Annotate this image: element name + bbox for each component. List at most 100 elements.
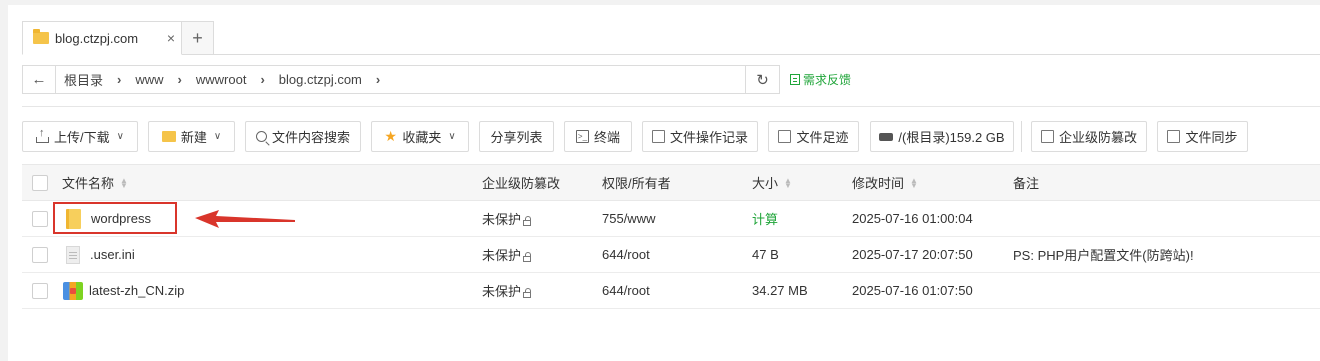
chevron-right-icon: ›: [117, 72, 122, 87]
feedback-link[interactable]: 需求反馈: [790, 71, 851, 88]
terminal-label: 终端: [593, 130, 620, 145]
chevron-right-icon: ›: [177, 72, 182, 87]
perm-cell[interactable]: 644/root: [602, 237, 650, 272]
feedback-label: 需求反馈: [803, 73, 852, 87]
breadcrumb: 根目录 › www › wwwroot › blog.ctzpj.com ›: [56, 70, 386, 89]
file-name-cell[interactable]: latest-zh_CN.zip: [63, 273, 184, 308]
table-row[interactable]: latest-zh_CN.zip 未保护 644/root 34.27 MB 2…: [22, 273, 1320, 309]
column-mtime-label: 修改时间: [852, 176, 905, 191]
tab-bar: blog.ctzpj.com × +: [22, 21, 1320, 55]
tamper-status: 未保护: [482, 284, 522, 299]
row-checkbox[interactable]: [32, 247, 48, 263]
operation-log-button[interactable]: 文件操作记录: [642, 121, 758, 152]
tab-blog-ctzpj[interactable]: blog.ctzpj.com ×: [22, 21, 182, 55]
search-label: 文件内容搜索: [271, 130, 350, 145]
tamper-proof-button[interactable]: 企业级防篡改: [1031, 121, 1147, 152]
upload-download-button[interactable]: 上传/下载 ∨: [22, 121, 138, 152]
perm-value[interactable]: 644/root: [602, 283, 650, 298]
chevron-down-icon: ∨: [213, 131, 222, 142]
star-icon: ★: [384, 128, 397, 144]
size-cell[interactable]: 计算: [752, 201, 778, 236]
column-tamper-label: 企业级防篡改: [482, 176, 561, 191]
chevron-down-icon: ∨: [116, 131, 124, 142]
column-tamper: 企业级防篡改: [482, 165, 560, 200]
tamper-status: 未保护: [482, 248, 522, 263]
file-name[interactable]: wordpress: [91, 211, 151, 226]
select-all-checkbox[interactable]: [32, 175, 48, 191]
breadcrumb-item-wwwroot[interactable]: wwwroot: [188, 72, 255, 87]
content-search-button[interactable]: 文件内容搜索: [245, 121, 361, 152]
size-value: 47 B: [752, 247, 779, 262]
tamper-cell[interactable]: 未保护: [482, 273, 532, 308]
share-list-label: 分享列表: [490, 130, 543, 145]
row-checkbox[interactable]: [32, 211, 48, 227]
chevron-down-icon: ∨: [448, 131, 456, 142]
feedback-icon: [790, 74, 800, 85]
terminal-icon: >_: [575, 130, 589, 143]
new-folder-icon: [161, 131, 176, 142]
breadcrumb-item-site[interactable]: blog.ctzpj.com: [271, 72, 370, 87]
back-arrow-icon[interactable]: ←: [23, 66, 56, 93]
column-mtime[interactable]: 修改时间 ▲ ▼: [852, 165, 918, 200]
sync-icon: [1167, 130, 1181, 143]
breadcrumb-item-root[interactable]: 根目录: [56, 70, 111, 89]
upload-label: 上传/下载: [54, 130, 110, 145]
close-icon[interactable]: ×: [167, 30, 175, 46]
mtime-value: 2025-07-16 01:07:50: [852, 283, 973, 298]
disk-icon: [879, 132, 894, 141]
footprint-label: 文件足迹: [796, 130, 849, 145]
perm-value[interactable]: 755/www: [602, 211, 655, 226]
terminal-button[interactable]: >_ 终端: [564, 121, 632, 152]
note-cell[interactable]: PS: PHP用户配置文件(防跨站)!: [1013, 237, 1194, 272]
new-label: 新建: [180, 130, 207, 145]
zip-archive-icon: [63, 281, 83, 300]
op-log-label: 文件操作记录: [669, 130, 748, 145]
add-tab-button[interactable]: +: [182, 21, 214, 55]
tamper-cell[interactable]: 未保护: [482, 237, 532, 272]
mtime-value: 2025-07-16 01:00:04: [852, 211, 973, 226]
sort-icon: ▲ ▼: [120, 175, 128, 190]
column-name[interactable]: 文件名称 ▲ ▼: [62, 165, 128, 200]
row-checkbox[interactable]: [32, 283, 48, 299]
disk-label: /(根目录)159.2 GB: [898, 130, 1005, 145]
perm-value[interactable]: 644/root: [602, 247, 650, 262]
size-cell: 34.27 MB: [752, 273, 808, 308]
sync-label: 文件同步: [1185, 130, 1238, 145]
search-icon: [255, 131, 267, 142]
chevron-right-icon: ›: [260, 72, 265, 87]
toolbar: 上传/下载 ∨ 新建 ∨ 文件内容搜索 ★ 收藏夹 ∨ 分享列表 >_ 终端 文…: [22, 121, 1320, 153]
file-sync-button[interactable]: 文件同步: [1157, 121, 1248, 152]
file-name-cell[interactable]: .user.ini: [66, 237, 135, 272]
breadcrumb-item-www[interactable]: www: [127, 72, 171, 87]
file-name-cell[interactable]: wordpress: [66, 201, 151, 236]
upload-icon: [36, 127, 50, 143]
note-value: PS: PHP用户配置文件(防跨站)!: [1013, 248, 1194, 263]
lock-icon[interactable]: [523, 215, 532, 226]
perm-cell[interactable]: 644/root: [602, 273, 650, 308]
address-bar[interactable]: ← 根目录 › www › wwwroot › blog.ctzpj.com ›…: [22, 65, 780, 94]
table-header: 文件名称 ▲ ▼ 企业级防篡改 权限/所有者 大小 ▲ ▼ 修改时间 ▲ ▼ 备注: [22, 164, 1320, 201]
table-row[interactable]: .user.ini 未保护 644/root 47 B 2025-07-17 2…: [22, 237, 1320, 273]
toolbar-divider: [1021, 121, 1022, 152]
perm-cell[interactable]: 755/www: [602, 201, 655, 236]
new-button[interactable]: 新建 ∨: [148, 121, 235, 152]
calculate-size-link[interactable]: 计算: [752, 209, 778, 228]
folder-icon: [33, 29, 49, 44]
calendar-icon: [778, 130, 792, 143]
tamper-status: 未保护: [482, 212, 522, 227]
file-name[interactable]: latest-zh_CN.zip: [89, 283, 184, 298]
shield-icon: [1040, 130, 1054, 143]
tab-label: blog.ctzpj.com: [55, 30, 139, 46]
footprint-button[interactable]: 文件足迹: [768, 121, 859, 152]
favorites-button[interactable]: ★ 收藏夹 ∨: [371, 121, 469, 152]
column-size[interactable]: 大小 ▲ ▼: [752, 165, 792, 200]
lock-icon[interactable]: [523, 287, 532, 298]
share-list-button[interactable]: 分享列表: [479, 121, 554, 152]
log-icon: [651, 130, 665, 143]
tamper-cell[interactable]: 未保护: [482, 201, 532, 236]
disk-button[interactable]: /(根目录)159.2 GB: [870, 121, 1014, 152]
column-perm-label: 权限/所有者: [602, 176, 671, 191]
lock-icon[interactable]: [523, 251, 532, 262]
refresh-icon[interactable]: ↻: [745, 66, 779, 93]
file-name[interactable]: .user.ini: [90, 247, 135, 262]
